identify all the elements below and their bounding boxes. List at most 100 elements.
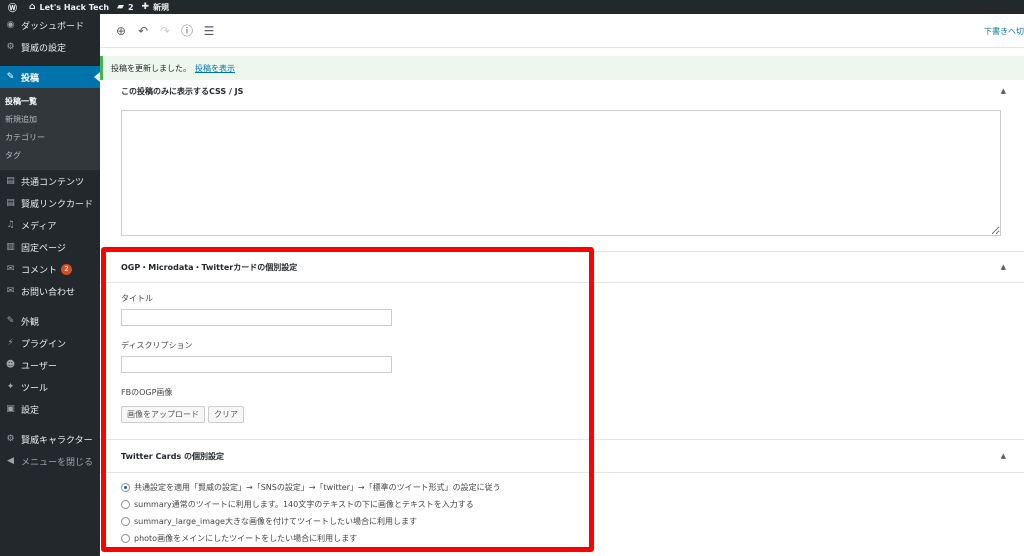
menu-label: ツール: [21, 383, 49, 394]
menu-comments[interactable]: ✉ コメント 2: [0, 258, 100, 280]
update-notice: 投稿を更新しました。 投稿を表示: [100, 56, 1024, 80]
mail-icon: ✉: [6, 286, 15, 296]
menu-common-content[interactable]: ▤ 共通コンテンツ: [0, 170, 100, 192]
submenu-all-posts[interactable]: 投稿一覧: [0, 92, 100, 110]
ogp-description-input[interactable]: [121, 356, 392, 373]
radio-label: summary通常のツイートに利用します。140文字のテキストの下に画像とテキス…: [134, 500, 474, 509]
menu-label: ユーザー: [21, 361, 57, 372]
radio-button[interactable]: [121, 500, 130, 509]
panel-title: Twitter Cards の個別設定: [121, 451, 225, 461]
user-icon: ☻: [5, 360, 16, 370]
posts-submenu: 投稿一覧 新規追加 カテゴリー タグ: [0, 88, 100, 170]
view-post-link[interactable]: 投稿を表示: [195, 63, 235, 74]
page-icon: ▥: [6, 242, 15, 252]
radio-option-summary[interactable]: summary通常のツイートに利用します。140文字のテキストの下に画像とテキス…: [121, 496, 1003, 513]
menu-plugins[interactable]: ⚡ プラグイン: [0, 332, 100, 354]
radio-button[interactable]: [121, 534, 130, 543]
collapse-arrow-icon[interactable]: ▲: [1001, 87, 1006, 95]
menu-collapse[interactable]: ◀ メニューを閉じる: [0, 450, 100, 472]
radio-option-common[interactable]: 共通設定を適用「賢威の設定」→「SNSの設定」→「twitter」→「標準のツイ…: [121, 479, 1003, 496]
panel-title: OGP・Microdata・Twitterカードの個別設定: [121, 262, 298, 272]
description-label: ディスクリプション: [121, 341, 193, 350]
submenu-tags[interactable]: タグ: [0, 146, 100, 164]
site-name-link[interactable]: ⌂ Let's Hack Tech: [29, 2, 109, 12]
ogp-title-input[interactable]: [121, 309, 392, 326]
redo-icon[interactable]: ↷: [154, 24, 176, 38]
menu-posts[interactable]: ✎ 投稿: [0, 66, 100, 88]
comment-icon: ▰: [117, 2, 124, 12]
pin-icon: ✎: [6, 72, 15, 82]
css-js-panel-header[interactable]: この投稿のみに表示するCSS / JS ▲: [100, 80, 1024, 102]
editor-toolbar: ⊕ ↶ ↷ ⓘ ☰ 下書きへ切: [100, 14, 1024, 48]
wordpress-icon: Ⓦ: [8, 3, 18, 14]
wordpress-logo[interactable]: Ⓦ: [8, 1, 21, 14]
clear-button[interactable]: クリア: [208, 406, 244, 423]
radio-label: 共通設定を適用「賢威の設定」→「SNSの設定」→「twitter」→「標準のツイ…: [134, 483, 501, 492]
menu-kenui-settings[interactable]: ⚙ 賢威の設定: [0, 36, 100, 58]
radio-option-photo[interactable]: photo画像をメインにしたツイートをしたい場合に利用します: [121, 530, 1003, 547]
menu-label: 投稿: [21, 73, 40, 84]
document-icon: ▤: [6, 198, 15, 208]
menu-label: メニューを閉じる: [21, 457, 94, 468]
gear-icon: ⚙: [6, 42, 15, 52]
ogp-panel-header[interactable]: OGP・Microdata・Twitterカードの個別設定 ▲: [100, 252, 1024, 282]
comment-icon: ✉: [6, 264, 15, 274]
submenu-categories[interactable]: カテゴリー: [0, 128, 100, 146]
gear-icon: ⚙: [6, 434, 15, 444]
notice-message: 投稿を更新しました。: [111, 63, 191, 73]
menu-label: 賢威リンクカード: [21, 199, 94, 210]
radio-button[interactable]: [121, 483, 130, 492]
css-js-textarea[interactable]: [121, 110, 1001, 236]
brush-icon: ✎: [6, 316, 15, 326]
collapse-arrow-icon[interactable]: ▲: [1001, 452, 1006, 460]
menu-dashboard[interactable]: ◉ ダッシュボード: [0, 14, 100, 36]
home-icon: ⌂: [29, 2, 36, 12]
menu-link-card[interactable]: ▤ 賢威リンクカード: [0, 192, 100, 214]
menu-label: 賢威の設定: [21, 43, 67, 54]
comments-count: 2: [127, 2, 134, 12]
media-icon: ♫: [6, 220, 15, 230]
css-js-panel: この投稿のみに表示するCSS / JS ▲: [100, 80, 1024, 252]
menu-users[interactable]: ☻ ユーザー: [0, 354, 100, 376]
document-icon: ▤: [6, 176, 15, 186]
menu-settings[interactable]: ▣ 設定: [0, 398, 100, 420]
comments-link[interactable]: ▰ 2: [117, 2, 134, 12]
wrench-icon: ✦: [6, 382, 15, 392]
menu-tools[interactable]: ✦ ツール: [0, 376, 100, 398]
menu-appearance[interactable]: ✎ 外観: [0, 310, 100, 332]
collapse-icon: ◀: [7, 456, 14, 466]
menu-label: 賢威キャラクター: [21, 435, 93, 446]
radio-label: photo画像をメインにしたツイートをしたい場合に利用します: [134, 534, 358, 543]
undo-icon[interactable]: ↶: [132, 24, 154, 38]
comment-count-badge: 2: [61, 263, 73, 275]
radio-option-summary-large[interactable]: summary_large_image大きな画像を付けてツイートしたい場合に利用…: [121, 513, 1003, 530]
add-block-icon[interactable]: ⊕: [110, 24, 132, 38]
twitter-panel-header[interactable]: Twitter Cards の個別設定 ▲: [100, 440, 1024, 472]
fb-image-label: FBのOGP画像: [121, 388, 173, 397]
submenu-add-new[interactable]: 新規追加: [0, 110, 100, 128]
new-label: 新規: [153, 2, 170, 12]
site-name: Let's Hack Tech: [39, 2, 110, 12]
panel-title: この投稿のみに表示するCSS / JS: [121, 86, 244, 96]
menu-label: ダッシュボード: [21, 21, 85, 32]
menu-contact[interactable]: ✉ お問い合わせ: [0, 280, 100, 302]
menu-kenui-character[interactable]: ⚙ 賢威キャラクター: [0, 428, 100, 450]
upload-image-button[interactable]: 画像をアップロード: [121, 406, 205, 423]
collapse-arrow-icon[interactable]: ▲: [1001, 263, 1006, 271]
menu-label: 設定: [21, 405, 40, 416]
info-icon[interactable]: ⓘ: [176, 22, 198, 39]
title-label: タイトル: [121, 294, 153, 303]
twitter-cards-panel: Twitter Cards の個別設定 ▲ 共通設定を適用「賢威の設定」→「SN…: [100, 440, 1024, 547]
dashboard-icon: ◉: [6, 20, 15, 30]
admin-sidebar: ◉ ダッシュボード ⚙ 賢威の設定 ✎ 投稿 投稿一覧 新規追加 カテゴリー タグ ▤…: [0, 14, 100, 556]
new-content-link[interactable]: ✚ 新規: [142, 2, 170, 13]
admin-bar: Ⓦ ⌂ Let's Hack Tech ▰ 2 ✚ 新規: [0, 0, 1024, 14]
settings-icon: ▣: [6, 404, 15, 414]
radio-button[interactable]: [121, 517, 130, 526]
outline-icon[interactable]: ☰: [198, 24, 220, 38]
menu-pages[interactable]: ▥ 固定ページ: [0, 236, 100, 258]
switch-to-draft-link[interactable]: 下書きへ切: [984, 26, 1024, 37]
menu-label: お問い合わせ: [21, 287, 76, 298]
menu-label: 固定ページ: [21, 243, 66, 254]
menu-media[interactable]: ♫ メディア: [0, 214, 100, 236]
